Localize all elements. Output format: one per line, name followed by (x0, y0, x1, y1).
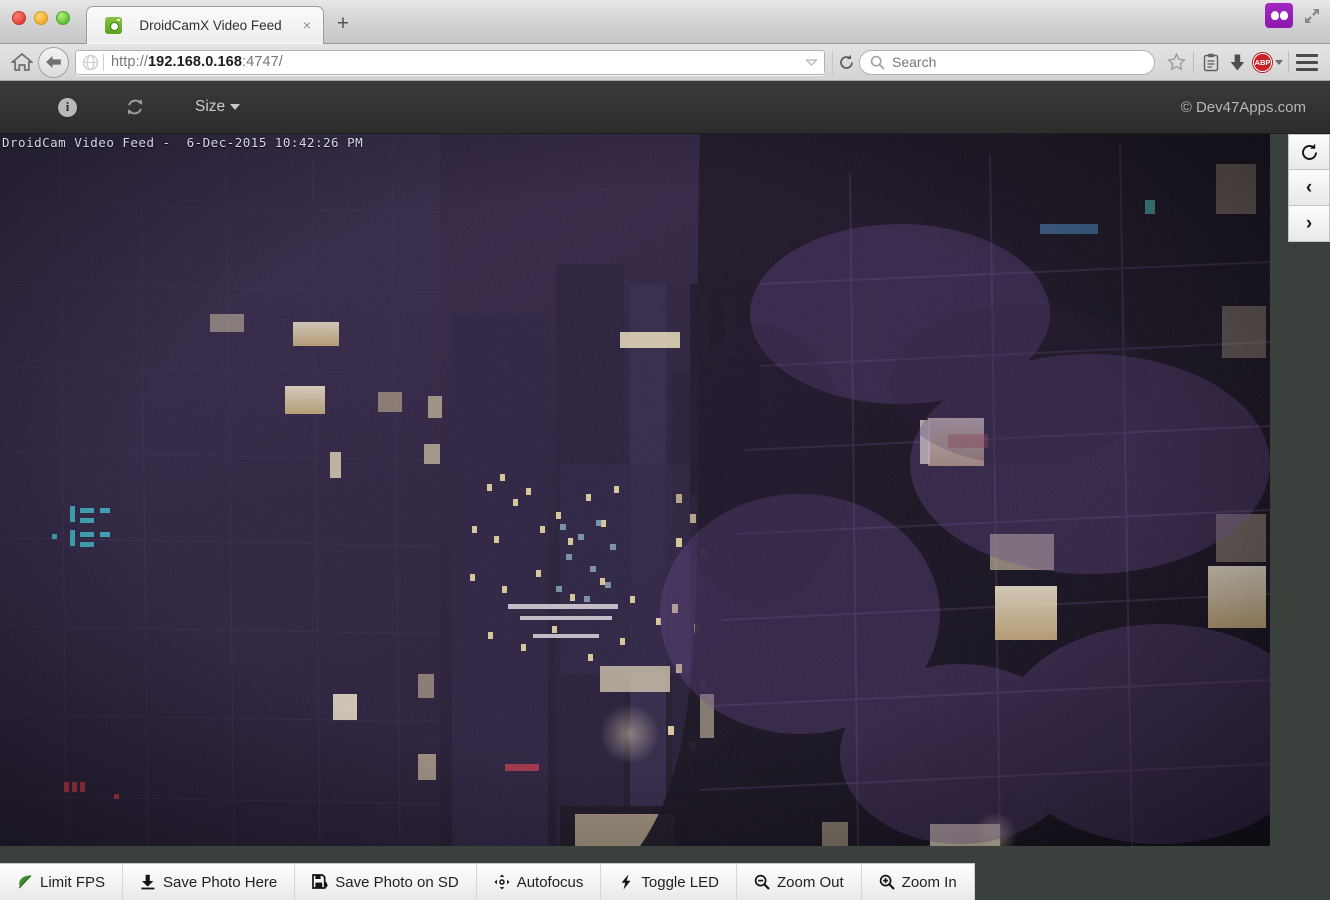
search-icon (870, 55, 885, 70)
hamburger-icon (1296, 54, 1318, 71)
navigation-toolbar: http://192.168.0.168:4747/ Search (0, 44, 1330, 81)
url-host: 192.168.0.168 (148, 54, 242, 70)
toggle-led-button[interactable]: Toggle LED (601, 864, 737, 900)
url-scheme: http:// (111, 54, 148, 70)
chevron-down-icon[interactable] (1275, 60, 1283, 65)
rotate-button[interactable] (1288, 134, 1330, 170)
zoom-out-button[interactable]: Zoom Out (737, 864, 862, 900)
close-window-button[interactable] (12, 11, 26, 25)
credit-text: © Dev47Apps.com (1181, 99, 1306, 116)
bolt-icon (618, 874, 634, 890)
private-browsing-indicator[interactable] (1265, 3, 1293, 28)
size-label: Size (195, 98, 225, 116)
toolbar-divider-2 (1288, 51, 1289, 73)
star-icon[interactable] (1163, 49, 1190, 75)
pan-right-button[interactable]: › (1288, 206, 1330, 242)
camera-icon (105, 17, 122, 34)
magnifier-minus-icon (754, 874, 770, 890)
droidcam-toolbar: i Size © Dev47Apps.com (0, 81, 1330, 134)
toolbar-divider (1193, 51, 1194, 73)
url-text: http://192.168.0.168:4747/ (111, 54, 283, 70)
button-label: Save Photo on SD (335, 874, 458, 891)
button-label: Toggle LED (641, 874, 719, 891)
save-photo-on-sd-button[interactable]: Save Photo on SD (295, 864, 476, 900)
video-side-controls: ‹ › (1288, 134, 1330, 242)
mask-icon (1271, 11, 1288, 20)
tab-strip: DroidCamX Video Feed × + (0, 0, 1330, 44)
clipboard-icon[interactable] (1197, 49, 1224, 75)
home-icon[interactable] (8, 49, 36, 75)
button-label: Zoom Out (777, 874, 844, 891)
button-label: Autofocus (517, 874, 584, 891)
camera-action-bar: Limit FPS Save Photo Here (0, 863, 975, 900)
pan-left-button[interactable]: ‹ (1288, 170, 1330, 206)
close-icon[interactable]: × (299, 18, 315, 34)
tab-title: DroidCamX Video Feed (122, 18, 299, 33)
move-crosshair-icon (494, 874, 510, 890)
url-divider (103, 54, 104, 71)
zoom-in-button[interactable]: Zoom In (862, 864, 975, 900)
limit-fps-button[interactable]: Limit FPS (0, 864, 123, 900)
page-content: i Size © Dev47Apps.com (0, 81, 1330, 900)
sd-save-icon (312, 874, 328, 890)
save-photo-here-button[interactable]: Save Photo Here (123, 864, 295, 900)
adblock-badge: ABP (1253, 53, 1272, 72)
video-timestamp-overlay: DroidCam Video Feed - 6-Dec-2015 10:42:2… (2, 135, 363, 150)
adblock-icon[interactable]: ABP (1251, 49, 1285, 75)
magnifier-plus-icon (879, 874, 895, 890)
chrome-right-controls (1265, 3, 1322, 28)
video-frame (0, 134, 1270, 846)
video-feed[interactable]: DroidCam Video Feed - 6-Dec-2015 10:42:2… (0, 134, 1270, 846)
menu-button[interactable] (1292, 49, 1322, 75)
chevron-right-icon: › (1306, 214, 1312, 233)
info-button[interactable]: i (58, 98, 77, 117)
refresh-icon (125, 97, 145, 117)
button-label: Save Photo Here (163, 874, 277, 891)
new-tab-button[interactable]: + (332, 14, 354, 36)
button-label: Limit FPS (40, 874, 105, 891)
minimize-window-button[interactable] (34, 11, 48, 25)
chevron-down-icon (230, 104, 240, 110)
reload-button[interactable] (832, 50, 859, 75)
back-button[interactable] (38, 47, 69, 78)
chevron-down-icon[interactable] (802, 52, 820, 72)
rotate-icon (1300, 143, 1319, 162)
chevron-left-icon: ‹ (1306, 178, 1312, 197)
window-controls (12, 11, 70, 25)
browser-window: DroidCamX Video Feed × + (0, 0, 1330, 900)
leaf-icon (17, 874, 33, 890)
refresh-button[interactable] (125, 97, 145, 117)
expand-arrows-icon[interactable] (1302, 6, 1322, 26)
button-label: Zoom In (902, 874, 957, 891)
download-arrow-icon[interactable] (1224, 49, 1251, 75)
info-icon: i (58, 98, 77, 117)
autofocus-button[interactable]: Autofocus (477, 864, 602, 900)
zoom-window-button[interactable] (56, 11, 70, 25)
search-placeholder: Search (892, 54, 936, 70)
globe-icon (82, 54, 99, 71)
search-input[interactable]: Search (859, 50, 1155, 75)
url-port-path: :4747/ (242, 54, 283, 70)
download-icon (140, 874, 156, 890)
tab-droidcamx-video-feed[interactable]: DroidCamX Video Feed × (86, 6, 324, 44)
size-dropdown[interactable]: Size (195, 98, 240, 116)
url-bar[interactable]: http://192.168.0.168:4747/ (75, 50, 825, 75)
